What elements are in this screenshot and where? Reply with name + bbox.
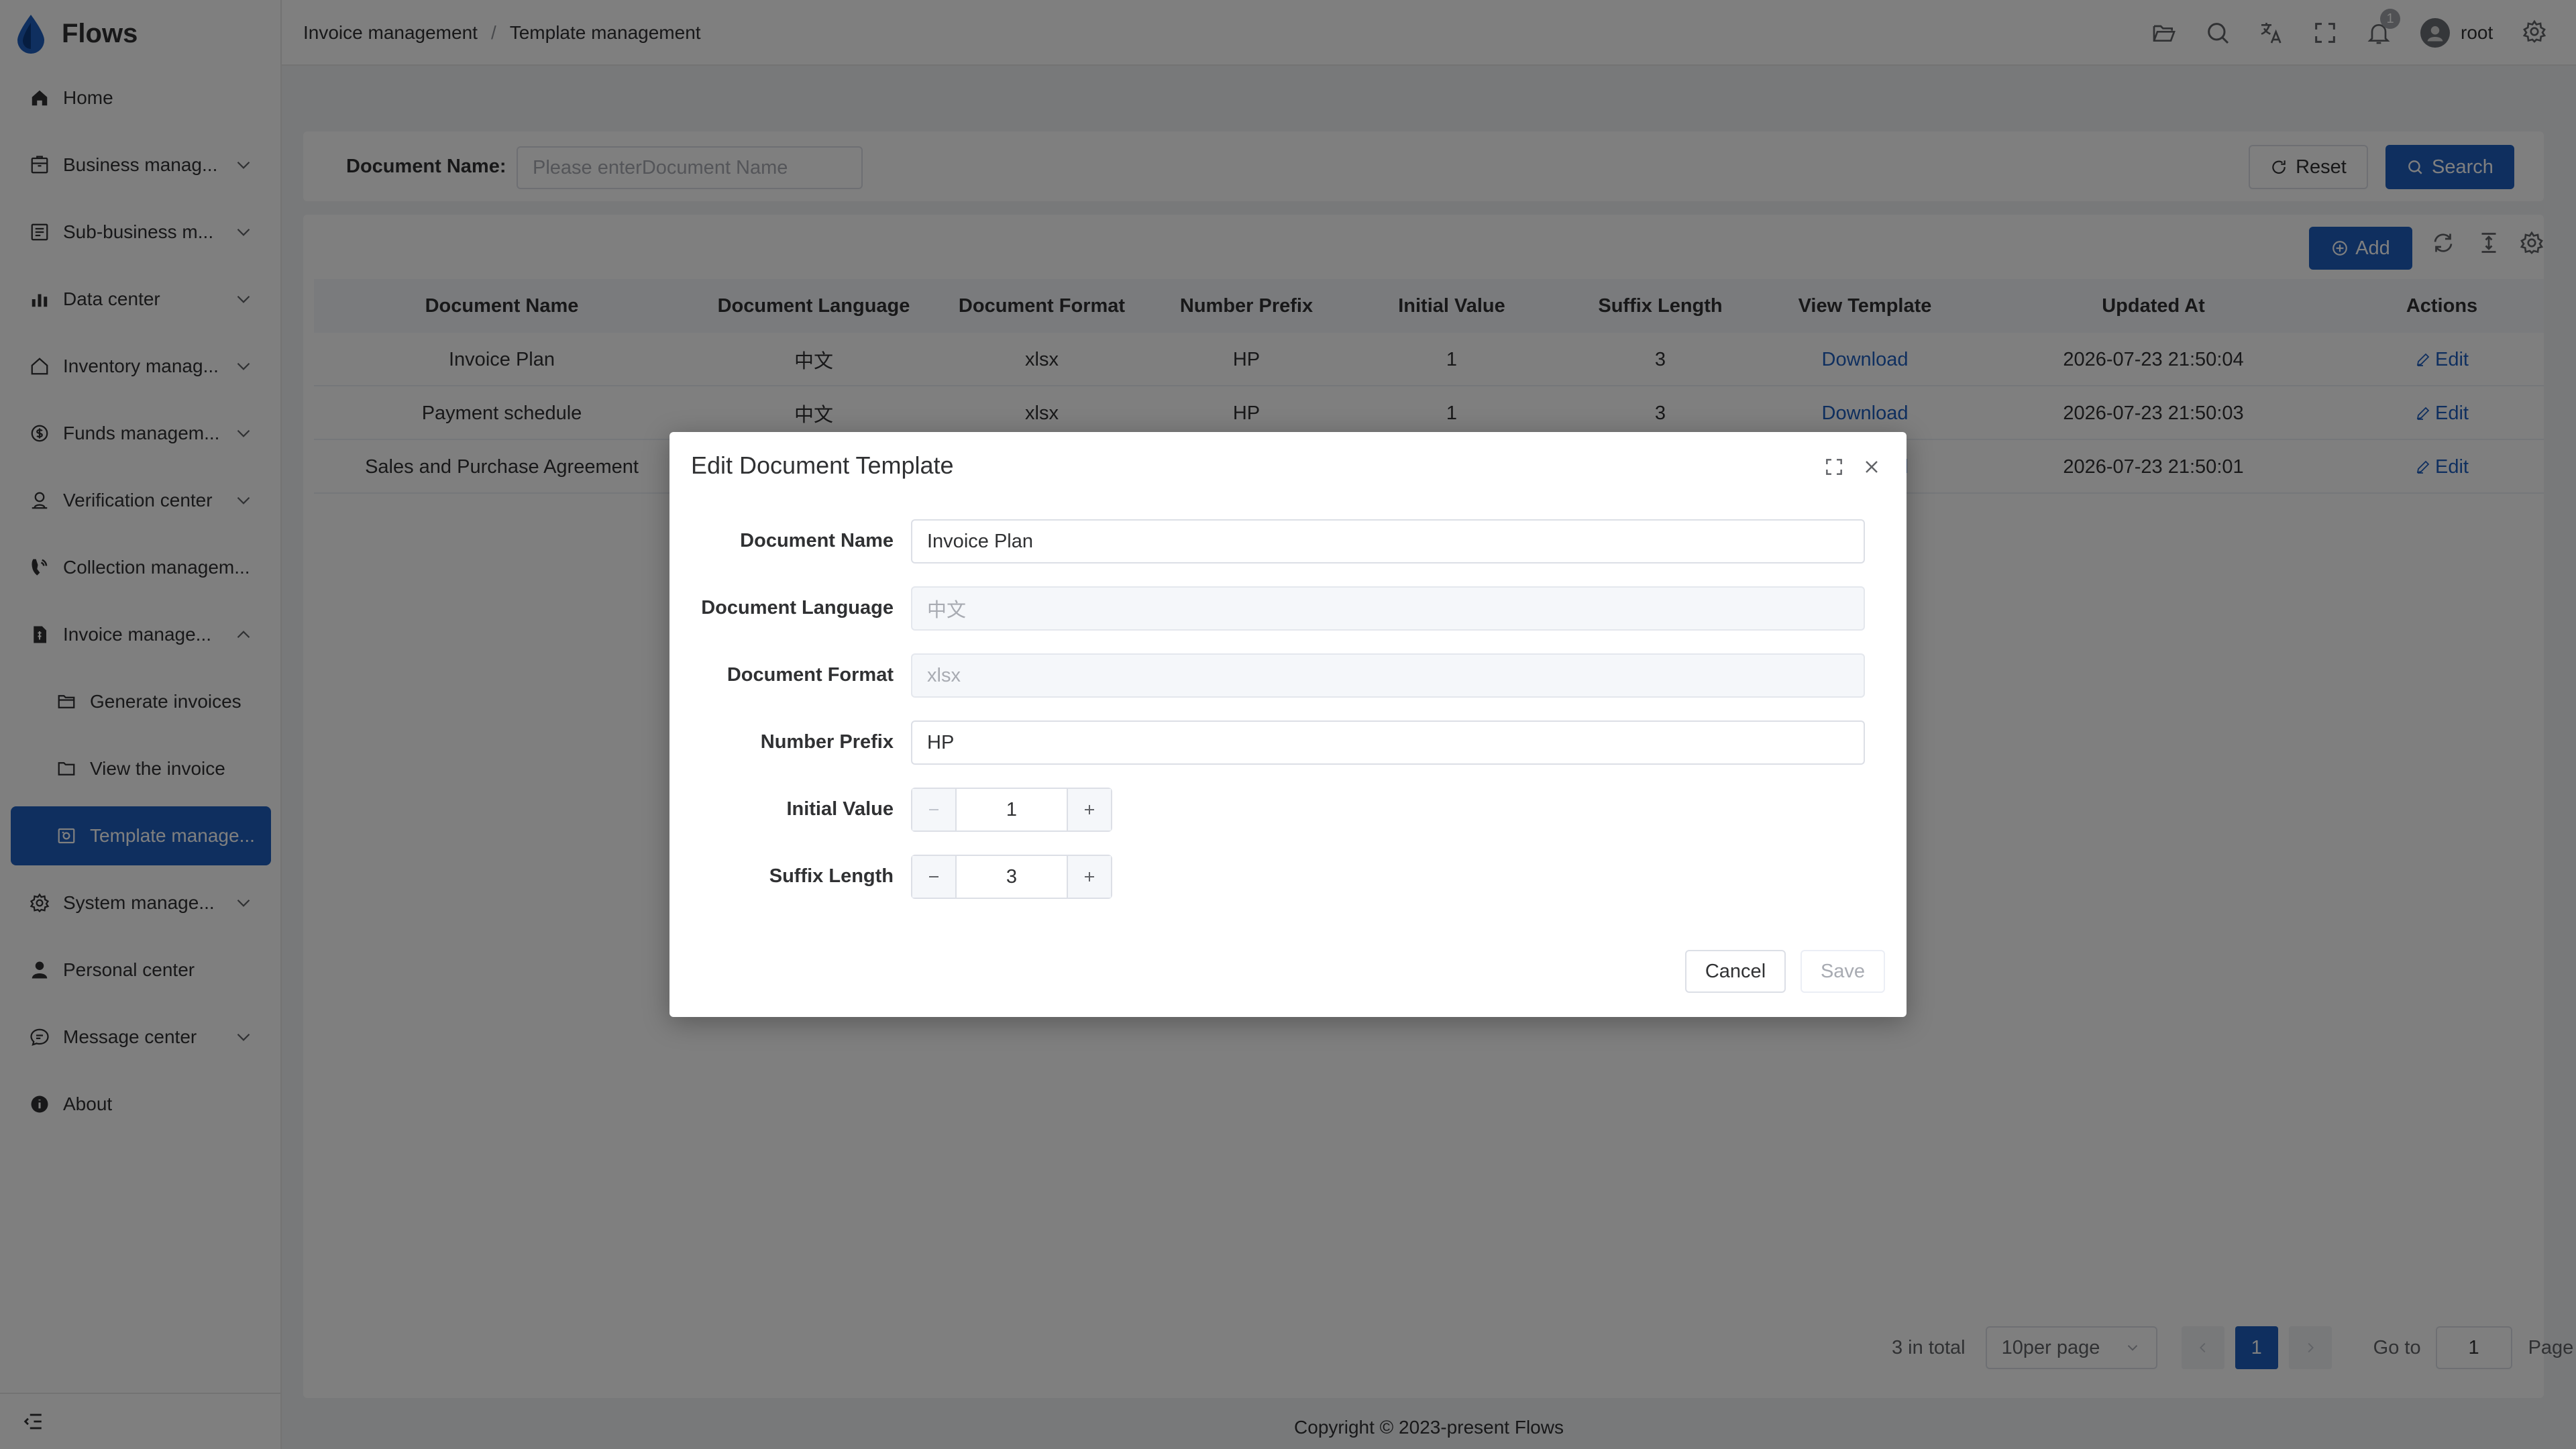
suffix-length-field[interactable]: 3 [957, 856, 1067, 898]
dialog-title: Edit Document Template [691, 451, 954, 479]
suffix-length-label: Suffix Length [769, 865, 894, 887]
suffix-length-stepper: 3 [911, 855, 1112, 899]
edit-template-dialog: Edit Document Template Document Name Inv… [669, 432, 1907, 1017]
decrement-button[interactable] [912, 789, 957, 830]
number-prefix-input[interactable]: HP [911, 720, 1865, 765]
document-name-input[interactable]: Invoice Plan [911, 519, 1865, 564]
document-language-input: 中文 [911, 586, 1865, 631]
close-icon[interactable] [1861, 456, 1882, 478]
document-format-label: Document Format [727, 663, 894, 686]
number-prefix-label: Number Prefix [760, 731, 894, 753]
decrement-button[interactable] [912, 856, 957, 898]
increment-button[interactable] [1067, 856, 1111, 898]
initial-value-label: Initial Value [786, 798, 894, 820]
maximize-icon[interactable] [1823, 456, 1845, 478]
initial-value-stepper: 1 [911, 788, 1112, 832]
document-format-input: xlsx [911, 653, 1865, 698]
increment-button[interactable] [1067, 789, 1111, 830]
document-language-label: Document Language [701, 596, 894, 619]
cancel-button[interactable]: Cancel [1685, 950, 1786, 993]
save-button[interactable]: Save [1801, 950, 1885, 993]
initial-value-field[interactable]: 1 [957, 789, 1067, 830]
document-name-label: Document Name [740, 529, 894, 551]
